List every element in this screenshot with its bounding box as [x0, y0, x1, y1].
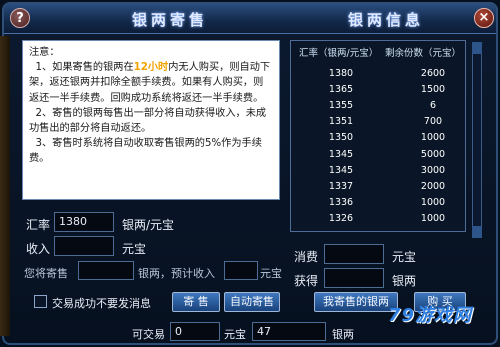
sell-panel-title: 银两寄售	[132, 11, 209, 29]
background-scenery	[0, 36, 10, 336]
notice-item-3: 3、寄售时系统将自动收取寄售银两的5%作为手续费。	[29, 138, 262, 165]
consign-input[interactable]	[78, 261, 134, 280]
remaining-cell[interactable]: 5000	[403, 149, 463, 160]
gain-unit: 银两	[392, 274, 417, 288]
my-consigned-silver-button[interactable]: 我寄售的银两	[314, 292, 398, 312]
notice-box: 注意： 1、如果寄售的银两在12小时内无人购买，则自动下架，返还银两并扣除全额手…	[22, 40, 280, 200]
rate-cell[interactable]: 1355	[311, 100, 371, 111]
rate-cell[interactable]: 1365	[311, 84, 371, 95]
auto-sell-button[interactable]: 自动寄售	[224, 292, 280, 312]
rate-cell[interactable]: 1351	[311, 116, 371, 127]
remaining-cell[interactable]: 3000	[403, 165, 463, 176]
watermark-logo: 79游戏网	[388, 305, 473, 326]
spend-unit: 元宝	[392, 250, 417, 264]
rate-label: 汇率	[26, 218, 51, 232]
info-panel-title: 银两信息	[348, 11, 425, 29]
tradable-label: 可交易	[132, 328, 165, 341]
notice-item-2: 2、寄售的银两每售出一部分将自动获得收入，未成功售出的部分将自动返还。	[29, 107, 267, 135]
expected-income-input	[224, 261, 258, 280]
tradable-yuanbao-value: 0	[170, 322, 220, 341]
rate-input[interactable]: 1380	[54, 212, 114, 232]
consign-label: 您将寄售	[24, 267, 68, 280]
remaining-cell[interactable]: 700	[403, 116, 463, 127]
spend-label: 消费	[294, 250, 319, 264]
rate-cell[interactable]: 1345	[311, 165, 371, 176]
rate-cell[interactable]: 1345	[311, 149, 371, 160]
time-highlight: 12小时	[133, 62, 169, 74]
notice-item-1: 1、如果寄售的银两在12小时内无人购买，则自动下架，返还银两并扣除全额手续费。如…	[29, 62, 271, 104]
help-button[interactable]: ?	[10, 8, 30, 28]
sell-button[interactable]: 寄 售	[172, 292, 220, 312]
remaining-cell[interactable]: 2000	[403, 181, 463, 192]
remaining-cell[interactable]: 6	[403, 100, 463, 111]
rate-column-header: 汇率（银两/元宝）	[299, 48, 379, 59]
tradable-silver-unit: 银两	[332, 328, 354, 341]
remaining-cell[interactable]: 2600	[403, 68, 463, 79]
gain-label: 获得	[294, 274, 319, 288]
tradable-silver-value: 47	[252, 322, 326, 341]
remaining-cell[interactable]: 1000	[403, 197, 463, 208]
no-message-checkbox[interactable]	[34, 295, 47, 308]
expected-income-unit: 元宝	[260, 267, 282, 280]
gain-input[interactable]	[324, 268, 384, 288]
rate-cell[interactable]: 1350	[311, 132, 371, 143]
no-message-label: 交易成功不要发消息	[52, 297, 151, 310]
notice-heading: 注意：	[29, 47, 60, 58]
rate-cell[interactable]: 1337	[311, 181, 371, 192]
scroll-up-arrow-icon[interactable]	[472, 42, 482, 54]
rate-cell[interactable]: 1380	[311, 68, 371, 79]
income-unit: 元宝	[122, 242, 147, 256]
rate-unit: 银两/元宝	[122, 218, 175, 232]
remaining-cell[interactable]: 1500	[403, 84, 463, 95]
remaining-column-header: 剩余份数（元宝）	[385, 48, 462, 59]
scroll-down-arrow-icon[interactable]	[472, 226, 482, 238]
income-input[interactable]	[54, 236, 114, 256]
tradable-yuanbao-unit: 元宝	[224, 328, 246, 341]
remaining-cell[interactable]: 1000	[403, 213, 463, 224]
rate-table: 汇率（银两/元宝） 剩余份数（元宝） 1380 2600 1365 1500 1355 6…	[290, 40, 466, 232]
income-label: 收入	[26, 242, 51, 256]
consign-unit: 银两，预计收入	[138, 267, 215, 280]
rate-cell[interactable]: 1326	[311, 213, 371, 224]
rate-cell[interactable]: 1336	[311, 197, 371, 208]
remaining-cell[interactable]: 1000	[403, 132, 463, 143]
rate-table-scrollbar[interactable]	[472, 42, 482, 238]
spend-input[interactable]	[324, 244, 384, 264]
close-button[interactable]: ×	[474, 8, 494, 28]
